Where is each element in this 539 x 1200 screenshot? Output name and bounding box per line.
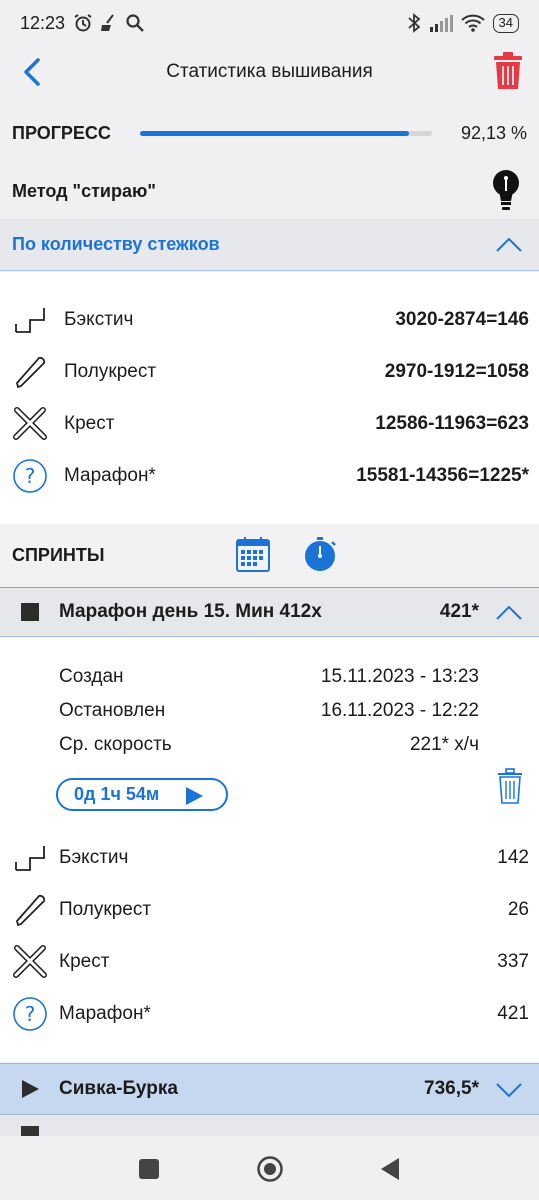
stitch-name: Марафон* <box>64 465 156 486</box>
search-icon <box>126 14 144 32</box>
bluetooth-icon <box>407 13 420 33</box>
half-cross-icon <box>16 894 46 927</box>
cross-icon <box>13 407 47 440</box>
stopwatch-icon[interactable] <box>303 536 339 572</box>
sprint-stopped-row: Остановлен 16.11.2023 - 12:22 <box>59 700 479 722</box>
sprint-row-backstitch: Бэкстич 142 <box>0 833 539 883</box>
half-cross-icon <box>16 356 46 389</box>
chevron-up-icon[interactable] <box>495 236 523 254</box>
created-label: Создан <box>59 666 124 687</box>
sprint-stitch-name: Бэкстич <box>59 847 129 868</box>
sprint-stitch-name: Марафон* <box>59 1003 151 1024</box>
stitch-row-half-cross: Полукрест 2970-1912=1058 <box>0 346 539 398</box>
back-arrow-icon[interactable] <box>18 54 48 90</box>
broom-icon <box>101 14 114 31</box>
sprint-count: 421* <box>439 601 479 622</box>
navigation-bar <box>0 1136 539 1200</box>
sprint-name: Марафон день 15. Мин 412х <box>59 601 322 622</box>
home-icon[interactable] <box>256 1155 284 1183</box>
stitch-value: 15581-14356=1225* <box>356 465 529 486</box>
sprint-stitch-value: 421 <box>497 1003 529 1024</box>
stitch-row-cross: Крест 12586-11963=623 <box>0 398 539 450</box>
sprint-stitch-name: Полукрест <box>59 899 152 920</box>
sprint-row-cross: Крест 337 <box>0 937 539 987</box>
sprint-stitch-name: Крест <box>59 951 110 972</box>
battery-indicator: 34 <box>492 13 519 33</box>
status-bar: 12:23 34 <box>0 0 539 46</box>
stopped-value: 16.11.2023 - 12:22 <box>320 700 479 721</box>
progress-bar <box>140 130 432 136</box>
play-icon[interactable] <box>21 1080 39 1098</box>
status-time: 12:23 <box>20 12 66 33</box>
sprint-row-marathon: ? Марафон* 421 <box>0 989 539 1039</box>
progress-label: ПРОГРЕСС <box>12 122 111 143</box>
sprint-speed-row: Ср. скорость 221* х/ч <box>59 734 479 756</box>
speed-label: Ср. скорость <box>59 734 172 755</box>
sprints-header: СПРИНТЫ <box>0 524 539 586</box>
speed-value: 221* х/ч <box>409 734 479 755</box>
stitch-name: Бэкстич <box>64 309 134 330</box>
cross-icon <box>13 945 47 978</box>
timer-button[interactable]: 0д 1ч 54м <box>56 778 228 811</box>
page-title: Статистика вышивания <box>166 61 373 82</box>
sprint-created-row: Создан 15.11.2023 - 13:23 <box>59 666 479 688</box>
recents-icon[interactable] <box>136 1156 162 1182</box>
stitch-name: Полукрест <box>64 361 157 382</box>
trash-icon[interactable] <box>493 52 523 90</box>
play-icon[interactable] <box>184 786 204 806</box>
stitch-section-header[interactable]: По количеству стежков <box>0 219 539 271</box>
progress-row: ПРОГРЕСС 92,13 % <box>0 106 539 160</box>
svg-text:?: ? <box>25 464 36 488</box>
stitch-panel: Бэкстич 3020-2874=146 Полукрест 2970-191… <box>0 272 539 524</box>
stitch-section-title: По количеству стежков <box>12 234 220 254</box>
timer-text: 0д 1ч 54м <box>74 784 160 804</box>
created-value: 15.11.2023 - 13:23 <box>320 666 479 687</box>
stitch-value: 2970-1912=1058 <box>384 361 529 382</box>
app-bar: Статистика вышивания <box>0 46 539 98</box>
sprint-name: Сивка-Бурка <box>59 1078 178 1099</box>
svg-text:?: ? <box>25 1002 36 1026</box>
back-icon[interactable] <box>377 1156 403 1182</box>
sprint-stitch-value: 337 <box>497 951 529 972</box>
sprint-stitch-value: 142 <box>497 847 529 868</box>
alarm-icon <box>74 14 92 32</box>
sprints-label: СПРИНТЫ <box>12 544 105 565</box>
stop-icon[interactable] <box>21 603 39 621</box>
stitch-row-backstitch: Бэкстич 3020-2874=146 <box>0 294 539 346</box>
stitch-row-marathon: ? Марафон* 15581-14356=1225* <box>0 450 539 502</box>
chevron-up-icon[interactable] <box>495 604 523 622</box>
sprint-header[interactable]: Марафон день 15. Мин 412х 421* <box>0 587 539 637</box>
progress-percent: 92,13 % <box>460 122 527 143</box>
stitch-value: 3020-2874=146 <box>395 309 529 330</box>
trash-outline-icon[interactable] <box>497 768 523 804</box>
question-icon: ? <box>13 997 47 1031</box>
calendar-icon[interactable] <box>236 536 270 572</box>
backstitch-icon <box>15 308 45 333</box>
stitch-value: 12586-11963=623 <box>375 413 529 434</box>
stitch-name: Крест <box>64 413 115 434</box>
method-row: Метод "стираю" <box>0 164 539 218</box>
question-icon: ? <box>13 459 47 493</box>
sprint-stitch-value: 26 <box>507 899 529 920</box>
sprint-row-half-cross: Полукрест 26 <box>0 885 539 935</box>
wifi-icon <box>460 14 485 32</box>
sprint-header[interactable]: Сивка-Бурка 736,5* <box>0 1063 539 1115</box>
lightbulb-icon[interactable] <box>491 169 521 213</box>
signal-icon <box>429 15 453 32</box>
method-label: Метод "стираю" <box>12 180 156 201</box>
stopped-label: Остановлен <box>59 700 166 721</box>
sprint-header-partial[interactable] <box>0 1116 539 1136</box>
sprint-count: 736,5* <box>424 1078 479 1099</box>
stop-icon <box>21 1126 39 1136</box>
chevron-down-icon[interactable] <box>495 1081 523 1099</box>
backstitch-icon <box>15 846 45 871</box>
progress-bar-fill <box>140 130 410 136</box>
